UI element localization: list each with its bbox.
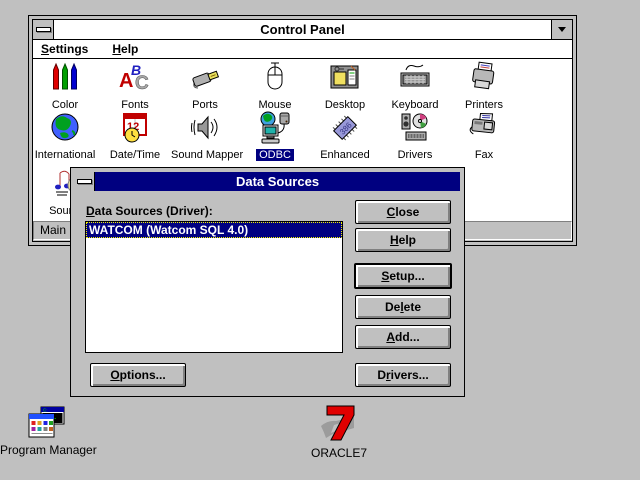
minimize-arrow-icon [558,27,566,32]
applet-international[interactable]: International [33,111,99,163]
applet-color[interactable]: Color [33,61,99,113]
minimize-button[interactable] [551,20,572,39]
list-item-watcom[interactable]: WATCOM (Watcom SQL 4.0) [86,222,342,238]
applet-label: Mouse [258,99,291,111]
applet-label: Color [52,99,78,111]
international-icon [48,111,82,145]
applet-label: Sound Mapper [171,149,243,161]
applet-sound-mapper[interactable]: Sound Mapper [171,111,239,163]
applet-label: Date/Time [110,149,160,161]
applet-label: Fonts [121,99,149,111]
enhanced-icon: 386 [328,111,362,145]
keyboard-icon [398,61,432,95]
fonts-icon: A B C [118,61,152,95]
data-sources-dialog: Data Sources Data Sources (Driver): WATC… [70,167,465,397]
program-manager-shortcut[interactable]: C: Program Manager [0,406,94,457]
system-menu-button[interactable] [33,20,54,39]
applet-printers[interactable]: Printers [450,61,518,113]
applet-datetime[interactable]: 12 Date/Time [101,111,169,163]
svg-text:C: C [135,73,149,94]
add-button[interactable]: Add... [355,325,451,349]
desktop-icon [328,61,362,95]
dialog-titlebar[interactable]: Data Sources [75,172,460,191]
applet-drivers[interactable]: Drivers [381,111,449,163]
applet-label: Printers [465,99,503,111]
status-text: Main [40,223,66,237]
dialog-title: Data Sources [95,172,460,191]
system-menu-dash-icon [36,27,51,32]
applet-ports[interactable]: Ports [171,61,239,113]
applet-label: Desktop [325,99,365,111]
menu-bar: Settings Help [33,40,572,59]
desktop-icon-label: Program Manager [0,443,94,457]
applet-mouse[interactable]: Mouse [241,61,309,113]
applet-keyboard[interactable]: Keyboard [381,61,449,113]
data-sources-listbox[interactable]: WATCOM (Watcom SQL 4.0) [85,221,343,353]
printers-icon [467,61,501,95]
applet-label: ODBC [256,149,294,161]
drivers-icon [398,111,432,145]
setup-button[interactable]: Setup... [354,263,452,289]
window-title: Control Panel [54,20,551,39]
datetime-icon: 12 [118,111,152,145]
odbc-icon [258,111,292,145]
desktop: Control Panel Settings Help Color A B [0,0,640,480]
program-manager-icon: C: [28,406,66,440]
help-button[interactable]: Help [355,228,451,252]
fax-icon [467,111,501,145]
applet-label: Fax [475,149,493,161]
sound-mapper-icon [188,111,222,145]
applet-fax[interactable]: Fax [450,111,518,163]
menu-help[interactable]: Help [110,42,140,56]
oracle7-shortcut[interactable]: ORACLE7 [292,403,386,460]
applet-desktop[interactable]: Desktop [311,61,379,113]
svg-text:C:: C: [43,407,48,412]
applet-odbc[interactable]: ODBC [241,111,309,163]
applet-enhanced[interactable]: 386 Enhanced [311,111,379,163]
mouse-icon [258,61,292,95]
system-menu-dash-icon [77,179,92,184]
delete-button[interactable]: Delete [355,295,451,319]
control-panel-titlebar[interactable]: Control Panel [33,20,572,40]
options-button[interactable]: Options... [90,363,186,387]
drivers-button[interactable]: Drivers... [355,363,451,387]
menu-settings[interactable]: Settings [39,42,90,56]
dialog-system-menu-button[interactable] [75,172,95,191]
applet-label: International [35,149,96,161]
applet-label: Keyboard [391,99,438,111]
desktop-icon-label: ORACLE7 [292,446,386,460]
oracle7-icon [314,403,364,443]
applet-label: Ports [192,99,218,111]
close-button[interactable]: Close [355,200,451,224]
applet-fonts[interactable]: A B C Fonts [101,61,169,113]
applet-label: Drivers [398,149,433,161]
applet-label: Enhanced [320,149,370,161]
color-icon [48,61,82,95]
ports-icon [188,61,222,95]
data-sources-driver-label: Data Sources (Driver): [86,204,213,218]
